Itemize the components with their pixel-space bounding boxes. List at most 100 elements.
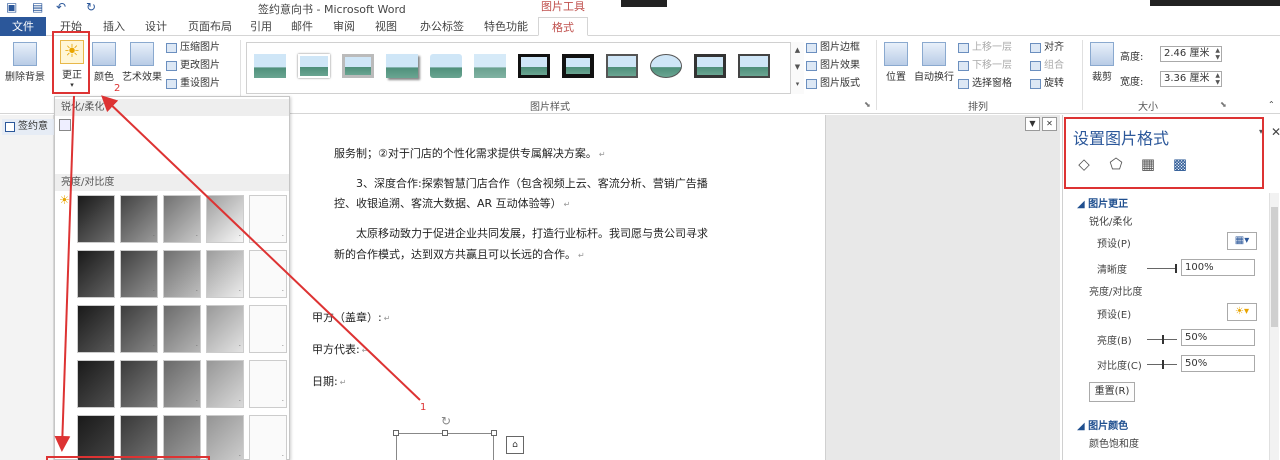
dialog-launcher-icon[interactable]: ⬊ [1220, 100, 1227, 109]
brightness-contrast-option[interactable]: · [206, 415, 244, 460]
style-item[interactable] [691, 51, 729, 81]
style-item[interactable] [251, 51, 289, 81]
brightness-contrast-option[interactable]: · [163, 415, 201, 460]
tab-review[interactable]: 审阅 [326, 17, 362, 36]
document-tab[interactable]: 签约意 [2, 119, 54, 135]
sharpen-preset-icon[interactable] [59, 119, 71, 131]
resize-handle[interactable] [393, 430, 399, 436]
brightness-contrast-option[interactable]: · [206, 195, 244, 243]
brightness-contrast-option[interactable]: · [249, 415, 287, 460]
tab-mailings[interactable]: 邮件 [284, 17, 320, 36]
brightness-contrast-option[interactable]: · [120, 305, 158, 353]
align-button[interactable]: 对齐 [1030, 40, 1064, 56]
tab-insert[interactable]: 插入 [96, 17, 132, 36]
style-item[interactable] [383, 51, 421, 81]
undo-icon[interactable]: ↶ [56, 0, 66, 14]
crop-button[interactable]: 裁剪 [1088, 42, 1116, 83]
layout-options-icon[interactable]: ⌂ [506, 436, 524, 454]
brightness-contrast-option[interactable]: · [120, 250, 158, 298]
height-input[interactable]: 2.46 厘米 ▲ ▼ [1160, 46, 1222, 62]
close-icon[interactable]: ✕ [1271, 125, 1280, 139]
brightness-contrast-option[interactable]: · [163, 250, 201, 298]
compress-pictures-button[interactable]: 压缩图片 [166, 40, 220, 56]
brightness-contrast-option[interactable]: · [206, 305, 244, 353]
reset-picture-button[interactable]: 重设图片 [166, 76, 220, 92]
pane-scrollbar[interactable] [1269, 193, 1279, 460]
brightness-contrast-option[interactable]: · [120, 415, 158, 460]
style-item[interactable] [295, 51, 333, 81]
close-icon[interactable]: ✕ [1042, 117, 1057, 131]
brightness-contrast-option[interactable]: · [249, 305, 287, 353]
brightness-contrast-option[interactable]: · [163, 305, 201, 353]
reset-button[interactable]: 重置(R) [1089, 382, 1135, 402]
tab-features[interactable]: 特色功能 [478, 17, 534, 36]
bring-forward-button[interactable]: 上移一层 [958, 40, 1012, 56]
dialog-launcher-icon[interactable]: ⬊ [864, 100, 871, 109]
brightness-contrast-option[interactable]: · [249, 195, 287, 243]
tab-file[interactable]: 文件 [0, 17, 46, 36]
redo-icon[interactable]: ↻ [86, 0, 96, 14]
tab-format[interactable]: 格式 [538, 17, 588, 36]
brightness-contrast-option[interactable]: · [163, 360, 201, 408]
brightness-contrast-option[interactable]: · [77, 360, 115, 408]
collapse-ribbon-icon[interactable]: ⌃ [1268, 100, 1275, 109]
style-item[interactable] [647, 51, 685, 81]
selected-picture[interactable] [396, 433, 494, 460]
style-item[interactable] [339, 51, 377, 81]
brightness-contrast-option[interactable]: · [206, 360, 244, 408]
brightness-contrast-option[interactable]: · [77, 250, 115, 298]
style-item[interactable] [735, 51, 773, 81]
rotate-handle-icon[interactable]: ↻ [441, 414, 451, 428]
style-item[interactable] [471, 51, 509, 81]
position-button[interactable]: 位置 [882, 42, 910, 83]
wrap-text-button[interactable]: 自动换行 [912, 42, 956, 83]
brightness-contrast-option[interactable]: · [249, 360, 287, 408]
gallery-scrollbar[interactable]: ▲ ▼ ▾ [790, 42, 804, 94]
sharpen-preset-dropdown[interactable]: ▦▾ [1227, 232, 1257, 250]
style-item[interactable] [603, 51, 641, 81]
rotate-button[interactable]: 旋转 [1030, 76, 1064, 92]
style-item[interactable] [427, 51, 465, 81]
remove-background-button[interactable]: 删除背景 [4, 42, 46, 83]
pane-menu-icon[interactable]: ▼ [1025, 117, 1040, 131]
contrast-slider[interactable] [1147, 360, 1177, 369]
style-item[interactable] [559, 51, 597, 81]
clarity-input[interactable]: 100% [1181, 259, 1255, 276]
width-input[interactable]: 3.36 厘米 ▲ ▼ [1160, 71, 1222, 87]
style-item[interactable] [515, 51, 553, 81]
section-picture-correction[interactable]: ◢ 图片更正 [1077, 195, 1128, 210]
tab-layout[interactable]: 页面布局 [182, 17, 238, 36]
brightness-contrast-option[interactable]: · [120, 360, 158, 408]
tab-design[interactable]: 设计 [138, 17, 174, 36]
picture-styles-gallery[interactable] [246, 42, 804, 94]
brightness-contrast-option[interactable]: · [77, 415, 115, 460]
tab-office-tabs[interactable]: 办公标签 [414, 17, 470, 36]
brightness-contrast-option[interactable]: · [77, 195, 115, 243]
clarity-slider[interactable] [1147, 264, 1177, 273]
resize-handle[interactable] [491, 430, 497, 436]
send-backward-button[interactable]: 下移一层 [958, 58, 1012, 74]
picture-layout-button[interactable]: 图片版式 [806, 76, 860, 92]
brightness-preset-dropdown[interactable]: ☀▾ [1227, 303, 1257, 321]
brightness-contrast-option[interactable]: · [163, 195, 201, 243]
brightness-contrast-option[interactable]: · [249, 250, 287, 298]
art-effects-button[interactable]: 艺术效果 [120, 42, 164, 83]
contrast-input[interactable]: 50% [1181, 355, 1255, 372]
resize-handle[interactable] [442, 430, 448, 436]
picture-effects-button[interactable]: 图片效果 [806, 58, 860, 74]
group-button[interactable]: 组合 [1030, 58, 1064, 74]
color-button[interactable]: 颜色 [92, 42, 116, 83]
tab-view[interactable]: 视图 [368, 17, 404, 36]
tab-references[interactable]: 引用 [244, 17, 278, 36]
brightness-contrast-option[interactable]: · [120, 195, 158, 243]
picture-border-button[interactable]: 图片边框 [806, 40, 860, 56]
save-icon[interactable]: ▤ [32, 0, 43, 14]
change-picture-button[interactable]: 更改图片 [166, 58, 220, 74]
section-picture-color[interactable]: ◢ 图片颜色 [1077, 417, 1128, 432]
document-page[interactable]: 服务制；②对于门店的个性化需求提供专属解决方案。 ↵ 3、深度合作:探索智慧门店合… [290, 115, 826, 460]
brightness-contrast-option[interactable]: · [77, 305, 115, 353]
brightness-input[interactable]: 50% [1181, 329, 1255, 346]
brightness-contrast-option[interactable]: · [206, 250, 244, 298]
brightness-slider[interactable] [1147, 335, 1177, 344]
selection-pane-button[interactable]: 选择窗格 [958, 76, 1012, 92]
